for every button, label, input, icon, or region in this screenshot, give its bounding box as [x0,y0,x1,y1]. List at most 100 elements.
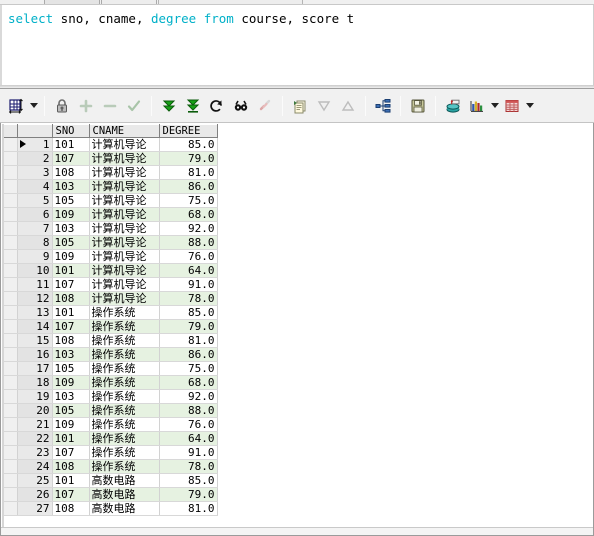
table-row[interactable]: 11 107 计算机导论 91.0 [4,277,218,292]
sort-down-icon[interactable] [312,94,336,118]
cell-sno[interactable]: 105 [52,193,90,208]
cell-degree[interactable]: 78.0 [159,459,218,474]
cell-degree[interactable]: 86.0 [159,347,218,362]
cell-degree[interactable]: 88.0 [159,235,218,250]
table-row[interactable]: 24 108 操作系统 78.0 [4,459,218,474]
row-number[interactable]: 21 [17,417,53,432]
cell-degree[interactable]: 85.0 [159,137,218,152]
row-number[interactable]: 25 [17,473,53,488]
table-row[interactable]: 27 108 高数电路 81.0 [4,501,218,516]
row-number[interactable]: 3 [17,165,53,180]
row-number[interactable]: 22 [17,431,53,446]
cell-degree[interactable]: 75.0 [159,361,218,376]
cell-sno[interactable]: 107 [52,151,90,166]
link-icon[interactable] [253,94,277,118]
table-row[interactable]: 14 107 操作系统 79.0 [4,319,218,334]
row-number[interactable]: 8 [17,235,53,250]
table-row[interactable]: 25 101 高数电路 85.0 [4,473,218,488]
table-row[interactable]: 6 109 计算机导论 68.0 [4,207,218,222]
copy-rows-icon[interactable] [288,94,312,118]
row-number[interactable]: 13 [17,305,53,320]
cell-degree[interactable]: 88.0 [159,403,218,418]
grid-scroll-area[interactable]: SNO CNAME DEGREE 1 101 计算机导论 85.0 2 107 计算机导论 7… [2,124,592,534]
cell-cname[interactable]: 操作系统 [89,431,160,446]
row-number[interactable]: 6 [17,207,53,222]
cell-cname[interactable]: 操作系统 [89,305,160,320]
cell-sno[interactable]: 105 [52,361,90,376]
cell-cname[interactable]: 高数电路 [89,487,160,502]
cell-sno[interactable]: 105 [52,403,90,418]
table-row[interactable]: 10 101 计算机导论 64.0 [4,263,218,278]
cell-sno[interactable]: 101 [52,473,90,488]
cell-degree[interactable]: 64.0 [159,263,218,278]
table-row[interactable]: 1 101 计算机导论 85.0 [4,137,218,152]
row-number[interactable]: 1 [17,137,53,152]
cell-degree[interactable]: 91.0 [159,277,218,292]
fetch-all-icon[interactable] [181,94,205,118]
cell-sno[interactable]: 105 [52,235,90,250]
cell-sno[interactable]: 109 [52,207,90,222]
cell-cname[interactable]: 计算机导论 [89,193,160,208]
row-number[interactable]: 2 [17,151,53,166]
cell-degree[interactable]: 81.0 [159,501,218,516]
cell-cname[interactable]: 计算机导论 [89,235,160,250]
tab-1[interactable] [44,0,100,4]
row-number[interactable]: 27 [17,501,53,516]
cell-cname[interactable]: 操作系统 [89,361,160,376]
cell-sno[interactable]: 107 [52,445,90,460]
cell-degree[interactable]: 85.0 [159,305,218,320]
row-number[interactable]: 7 [17,221,53,236]
row-number[interactable]: 5 [17,193,53,208]
cell-degree[interactable]: 79.0 [159,151,218,166]
row-number[interactable]: 18 [17,375,53,390]
cell-cname[interactable]: 计算机导论 [89,221,160,236]
table-row[interactable]: 9 109 计算机导论 76.0 [4,249,218,264]
row-number[interactable]: 24 [17,459,53,474]
cell-sno[interactable]: 108 [52,459,90,474]
table-row[interactable]: 19 103 操作系统 92.0 [4,389,218,404]
cell-sno[interactable]: 103 [52,179,90,194]
table-caret[interactable] [524,94,535,118]
grid-layout-icon[interactable] [4,94,28,118]
add-record-icon[interactable] [74,94,98,118]
table-row[interactable]: 23 107 操作系统 91.0 [4,445,218,460]
row-number[interactable]: 17 [17,361,53,376]
cell-sno[interactable]: 108 [52,165,90,180]
cell-degree[interactable]: 92.0 [159,389,218,404]
cell-degree[interactable]: 76.0 [159,249,218,264]
cell-cname[interactable]: 高数电路 [89,501,160,516]
cell-cname[interactable]: 计算机导论 [89,263,160,278]
cell-sno[interactable]: 107 [52,319,90,334]
cell-sno[interactable]: 109 [52,375,90,390]
row-number[interactable]: 26 [17,487,53,502]
row-number[interactable]: 19 [17,389,53,404]
explain-plan-icon[interactable] [371,94,395,118]
cell-sno[interactable]: 101 [52,305,90,320]
cell-cname[interactable]: 计算机导论 [89,277,160,292]
row-number[interactable]: 23 [17,445,53,460]
cell-degree[interactable]: 75.0 [159,193,218,208]
table-row[interactable]: 3 108 计算机导论 81.0 [4,165,218,180]
cell-sno[interactable]: 107 [52,277,90,292]
cell-cname[interactable]: 操作系统 [89,375,160,390]
table-row[interactable]: 26 107 高数电路 79.0 [4,487,218,502]
cell-cname[interactable]: 高数电路 [89,473,160,488]
table-row[interactable]: 21 109 操作系统 76.0 [4,417,218,432]
table-row[interactable]: 2 107 计算机导论 79.0 [4,151,218,166]
cell-cname[interactable]: 操作系统 [89,319,160,334]
cell-degree[interactable]: 64.0 [159,431,218,446]
cell-sno[interactable]: 103 [52,389,90,404]
cell-cname[interactable]: 操作系统 [89,403,160,418]
row-number[interactable]: 15 [17,333,53,348]
cell-cname[interactable]: 操作系统 [89,389,160,404]
cell-degree[interactable]: 68.0 [159,207,218,222]
cell-sno[interactable]: 103 [52,221,90,236]
cell-sno[interactable]: 103 [52,347,90,362]
cell-cname[interactable]: 计算机导论 [89,291,160,306]
cell-degree[interactable]: 79.0 [159,487,218,502]
cell-sno[interactable]: 108 [52,333,90,348]
result-grid[interactable]: SNO CNAME DEGREE 1 101 计算机导论 85.0 2 107 计算机导论 7… [4,124,218,516]
row-number[interactable]: 9 [17,249,53,264]
commit-check-icon[interactable] [122,94,146,118]
cell-sno[interactable]: 101 [52,431,90,446]
